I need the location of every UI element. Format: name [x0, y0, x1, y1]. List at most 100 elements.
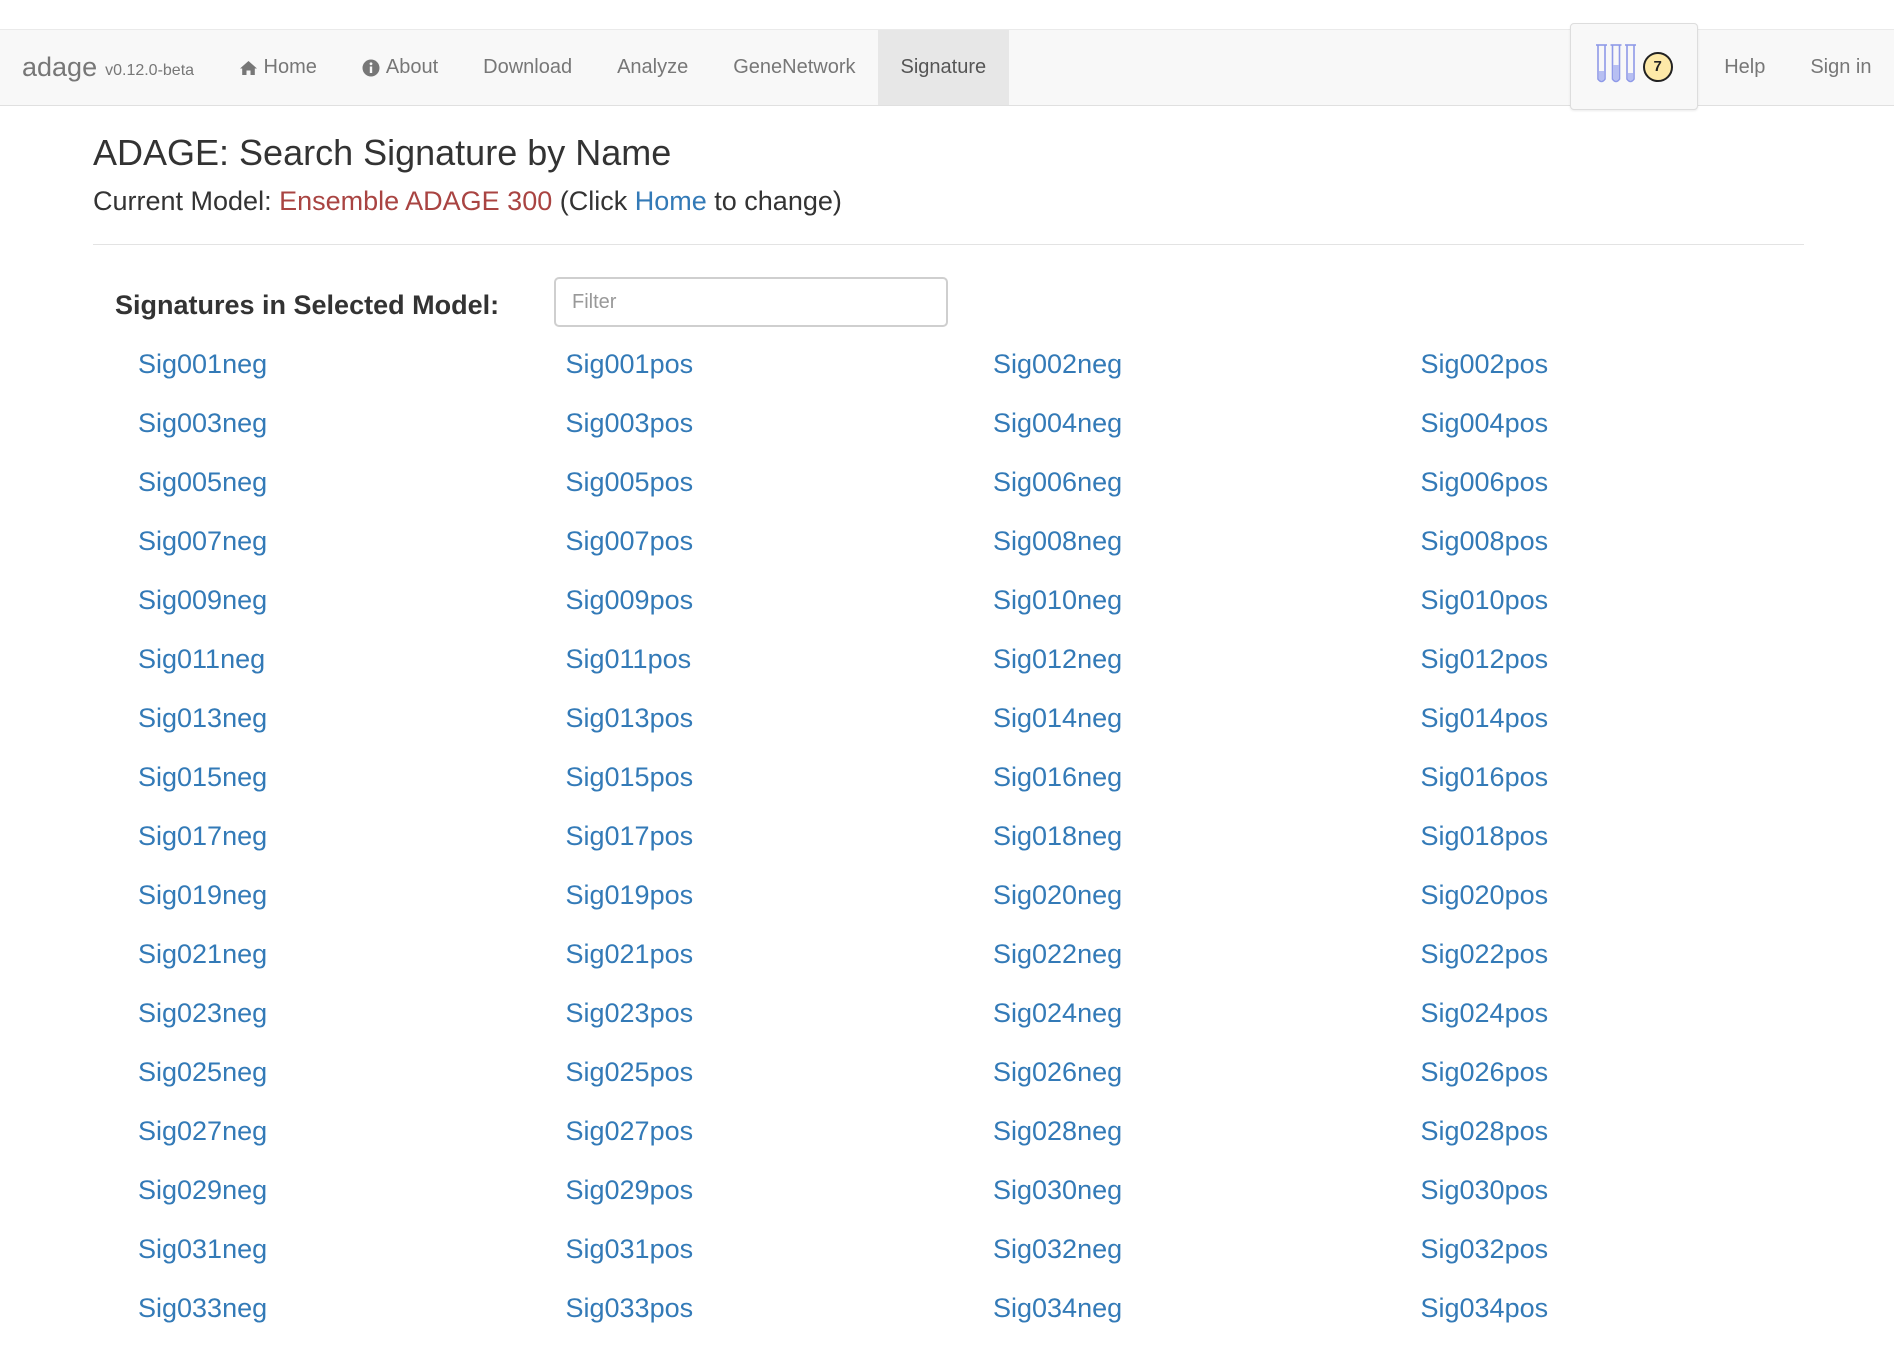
signature-link[interactable]: Sig003neg: [138, 399, 566, 458]
signature-link[interactable]: Sig011neg: [138, 635, 566, 694]
brand-name[interactable]: adage: [22, 52, 97, 83]
signature-link[interactable]: Sig034pos: [1421, 1284, 1849, 1343]
signature-link[interactable]: Sig014pos: [1421, 694, 1849, 753]
nav-item-label: About: [385, 56, 439, 78]
signature-link[interactable]: Sig004pos: [1421, 399, 1849, 458]
signature-link[interactable]: Sig020neg: [993, 871, 1421, 930]
nav-item-help[interactable]: Help: [1702, 30, 1788, 105]
signature-link[interactable]: Sig024pos: [1421, 989, 1849, 1048]
signature-link[interactable]: Sig029neg: [138, 1166, 566, 1225]
signature-link[interactable]: Sig009pos: [566, 576, 994, 635]
nav-item-download[interactable]: Download: [461, 30, 595, 105]
signature-link[interactable]: Sig001neg: [138, 340, 566, 399]
signature-link[interactable]: Sig018pos: [1421, 812, 1849, 871]
signature-link[interactable]: Sig002neg: [993, 340, 1421, 399]
signature-link[interactable]: Sig027pos: [566, 1107, 994, 1166]
change-text: to change): [706, 186, 842, 216]
signature-link[interactable]: Sig025pos: [566, 1048, 994, 1107]
nav-item-label: Signature: [900, 56, 987, 78]
signature-link[interactable]: Sig005neg: [138, 458, 566, 517]
nav-item-label: Download: [483, 56, 573, 78]
signatures-label: Signatures in Selected Model:: [115, 290, 500, 320]
signature-link[interactable]: Sig001pos: [566, 340, 994, 399]
signature-link[interactable]: Sig017pos: [566, 812, 994, 871]
signature-link[interactable]: Sig019pos: [566, 871, 994, 930]
signature-link[interactable]: Sig020pos: [1421, 871, 1849, 930]
signature-link[interactable]: Sig028neg: [993, 1107, 1421, 1166]
signature-link[interactable]: Sig002pos: [1421, 340, 1849, 399]
signature-link[interactable]: Sig010neg: [993, 576, 1421, 635]
signature-link[interactable]: Sig030neg: [993, 1166, 1421, 1225]
nav-item-about[interactable]: About: [339, 30, 460, 105]
signature-link[interactable]: Sig027neg: [138, 1107, 566, 1166]
nav-item-label: Analyze: [617, 56, 689, 78]
signature-link[interactable]: Sig008neg: [993, 517, 1421, 576]
signature-link[interactable]: Sig033pos: [566, 1284, 994, 1343]
nav-item-analyze[interactable]: Analyze: [595, 30, 711, 105]
info-icon: [362, 59, 380, 77]
divider: [93, 244, 1804, 245]
signature-link[interactable]: Sig021pos: [566, 930, 994, 989]
version-label: v0.12.0-beta: [105, 61, 195, 79]
nav-item-label: GeneNetwork: [733, 56, 856, 78]
signature-link[interactable]: Sig034neg: [993, 1284, 1421, 1343]
nav-item-genenetwork[interactable]: GeneNetwork: [711, 30, 878, 105]
signature-link[interactable]: Sig021neg: [138, 930, 566, 989]
signature-link[interactable]: Sig013pos: [566, 694, 994, 753]
nav-item-label: Help: [1724, 56, 1766, 78]
filter-input[interactable]: [554, 277, 948, 327]
nav-menu: Home About Download Analyze GeneNetwork …: [216, 30, 1009, 105]
signature-link[interactable]: Sig016neg: [993, 753, 1421, 812]
signature-link[interactable]: Sig028pos: [1421, 1107, 1849, 1166]
signature-link[interactable]: Sig004neg: [993, 399, 1421, 458]
sample-basket-button[interactable]: 7: [1569, 23, 1698, 110]
signature-link[interactable]: Sig005pos: [566, 458, 994, 517]
signature-link[interactable]: Sig026pos: [1421, 1048, 1849, 1107]
signature-link[interactable]: Sig018neg: [993, 812, 1421, 871]
signature-link[interactable]: Sig029pos: [566, 1166, 994, 1225]
nav-right: 7 Help Sign in: [1569, 23, 1894, 110]
signature-link[interactable]: Sig010pos: [1421, 576, 1849, 635]
signature-link[interactable]: Sig022neg: [993, 930, 1421, 989]
signature-link[interactable]: Sig024neg: [993, 989, 1421, 1048]
signature-link[interactable]: Sig008pos: [1421, 517, 1849, 576]
signature-link[interactable]: Sig032neg: [993, 1225, 1421, 1284]
navbar: adage v0.12.0-beta Home About Download A…: [0, 23, 1894, 110]
signature-link[interactable]: Sig023neg: [138, 989, 566, 1048]
signature-link[interactable]: Sig012neg: [993, 635, 1421, 694]
model-name: Ensemble ADAGE 300: [279, 186, 553, 216]
nav-item-home[interactable]: Home: [216, 30, 339, 105]
signature-link[interactable]: Sig032pos: [1421, 1225, 1849, 1284]
signature-link[interactable]: Sig025neg: [138, 1048, 566, 1107]
signature-link[interactable]: Sig003pos: [566, 399, 994, 458]
signature-link[interactable]: Sig007neg: [138, 517, 566, 576]
signature-link[interactable]: Sig012pos: [1421, 635, 1849, 694]
signature-link[interactable]: Sig030pos: [1421, 1166, 1849, 1225]
signature-link[interactable]: Sig009neg: [138, 576, 566, 635]
nav-item-signature[interactable]: Signature: [878, 30, 1009, 105]
signature-link[interactable]: Sig006pos: [1421, 458, 1849, 517]
signature-link[interactable]: Sig006neg: [993, 458, 1421, 517]
signature-link[interactable]: Sig031neg: [138, 1225, 566, 1284]
signature-link[interactable]: Sig033neg: [138, 1284, 566, 1343]
nav-item-signin[interactable]: Sign in: [1788, 30, 1894, 105]
signature-link[interactable]: Sig031pos: [566, 1225, 994, 1284]
signature-link[interactable]: Sig007pos: [566, 517, 994, 576]
signature-link[interactable]: Sig022pos: [1421, 930, 1849, 989]
signature-grid: Sig001neg Sig001pos Sig002neg Sig002pos Sig0…: [138, 340, 1838, 1343]
signature-link[interactable]: Sig019neg: [138, 871, 566, 930]
signature-link[interactable]: Sig014neg: [993, 694, 1421, 753]
signature-link[interactable]: Sig023pos: [566, 989, 994, 1048]
nav-item-label: Home: [263, 56, 317, 78]
signature-link[interactable]: Sig016pos: [1421, 753, 1849, 812]
signature-link[interactable]: Sig013neg: [138, 694, 566, 753]
signature-link[interactable]: Sig017neg: [138, 812, 566, 871]
signature-link[interactable]: Sig026neg: [993, 1048, 1421, 1107]
home-icon: [239, 60, 258, 76]
signature-link[interactable]: Sig011pos: [566, 635, 994, 694]
click-text: (Click: [552, 186, 635, 216]
signature-link[interactable]: Sig015neg: [138, 753, 566, 812]
brand[interactable]: adage v0.12.0-beta: [22, 30, 194, 105]
home-link[interactable]: Home: [635, 186, 707, 216]
signature-link[interactable]: Sig015pos: [566, 753, 994, 812]
